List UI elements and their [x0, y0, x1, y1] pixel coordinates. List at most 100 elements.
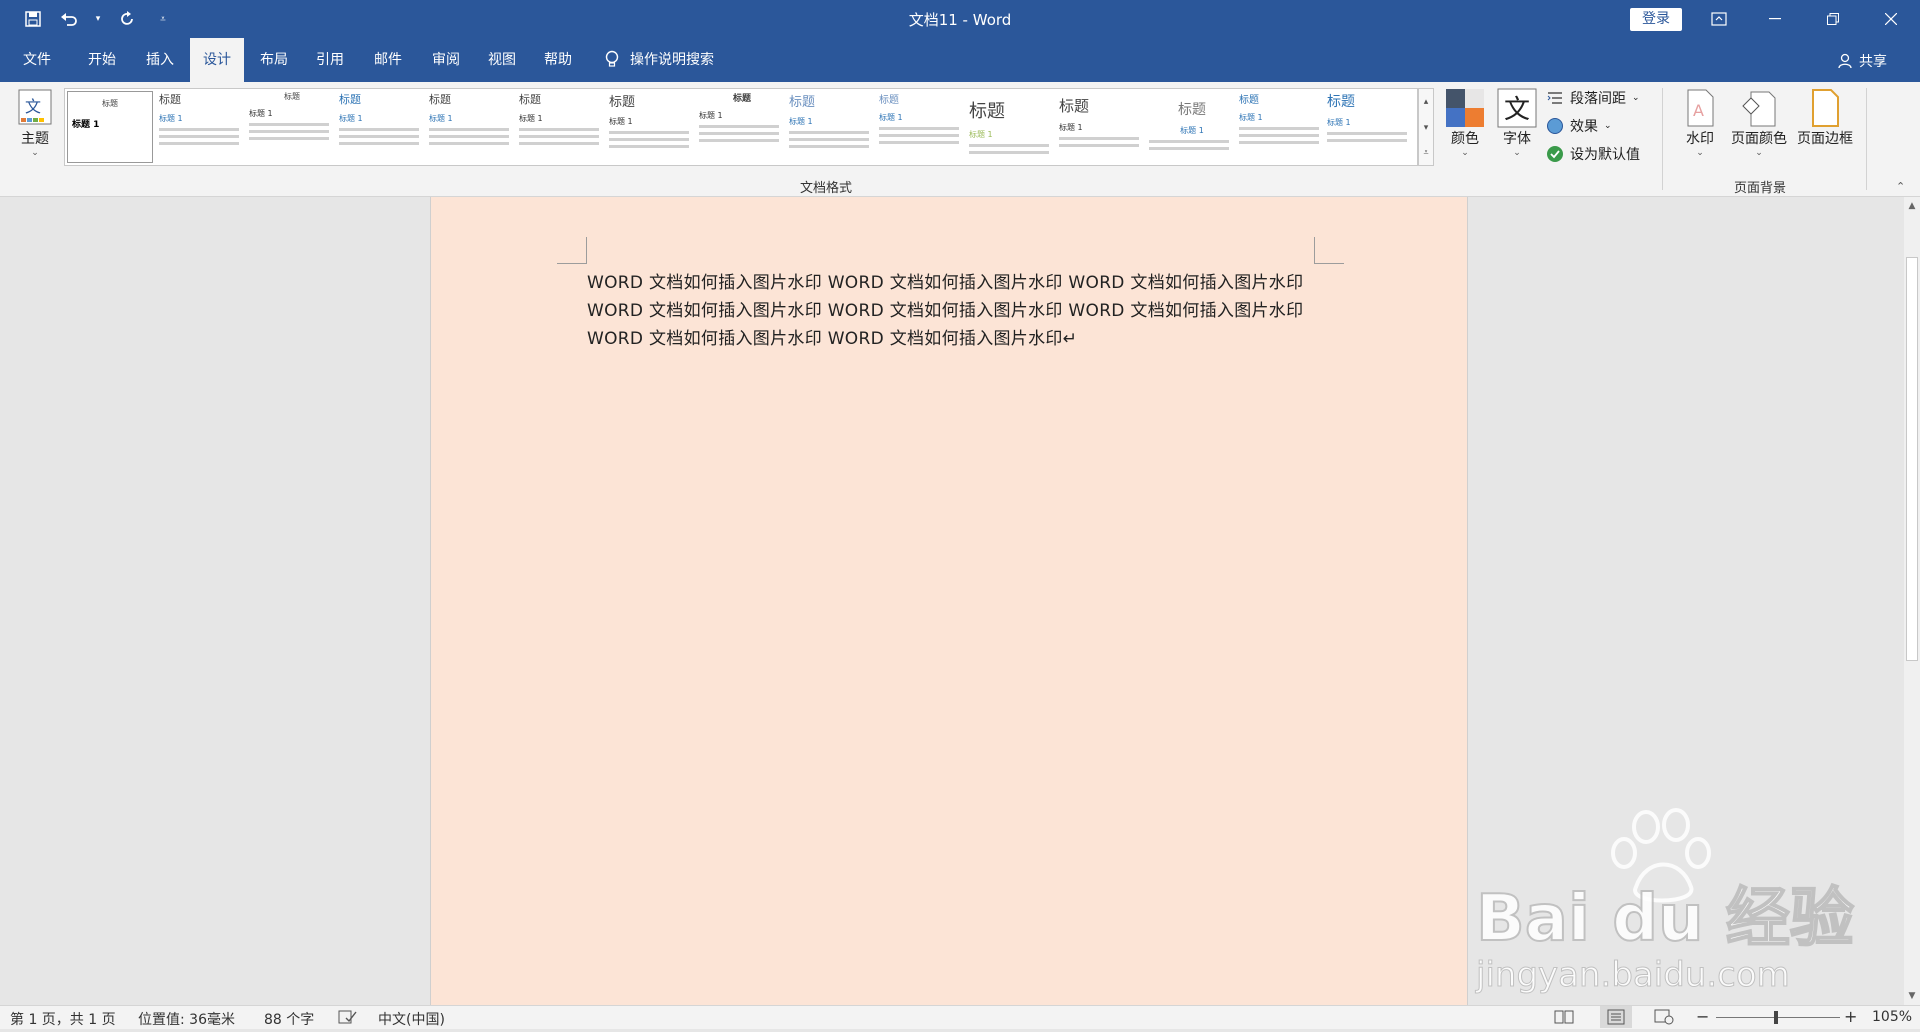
style-set-thumb[interactable]: 标题 标题 1: [1059, 91, 1145, 163]
paragraph-spacing-button[interactable]: 段落间距 ⌄: [1546, 88, 1640, 108]
tell-me-search[interactable]: 操作说明搜索: [630, 38, 740, 82]
gallery-more-icon[interactable]: ⩡: [1419, 141, 1433, 165]
zoom-in-button[interactable]: +: [1844, 1007, 1857, 1026]
group-divider: [1866, 88, 1867, 190]
style-set-thumb[interactable]: 标题 标题 1: [1327, 91, 1413, 163]
svg-text:A: A: [1693, 101, 1704, 120]
paragraph-spacing-icon: [1547, 92, 1562, 104]
chevron-down-icon: ⌄: [1513, 148, 1521, 158]
watermark-button[interactable]: A 水印 ⌄: [1680, 88, 1720, 158]
style-set-thumb[interactable]: 标题 标题 1: [879, 91, 965, 163]
style-set-thumb[interactable]: 标题 标题 1: [339, 91, 425, 163]
set-default-button[interactable]: 设为默认值: [1546, 144, 1640, 164]
zoom-slider-thumb[interactable]: [1774, 1011, 1778, 1024]
style-set-thumb[interactable]: 标题 标题 1: [699, 91, 785, 163]
svg-text:文: 文: [25, 97, 41, 116]
zoom-slider[interactable]: [1716, 1017, 1840, 1018]
crop-mark: [1314, 237, 1315, 263]
chevron-down-icon: ⌄: [31, 148, 39, 158]
share-button[interactable]: 共享: [1838, 51, 1887, 71]
page-color-button[interactable]: 页面颜色 ⌄: [1724, 88, 1794, 158]
fonts-button[interactable]: 文 字体 ⌄: [1494, 88, 1540, 158]
vertical-scrollbar[interactable]: ▲ ▼: [1904, 197, 1920, 1005]
minimize-icon[interactable]: [1752, 0, 1798, 38]
chevron-down-icon: ⌄: [1696, 148, 1704, 158]
zoom-out-button[interactable]: −: [1696, 1007, 1709, 1026]
page-border-button[interactable]: 页面边框: [1792, 88, 1858, 148]
tab-mailings[interactable]: 邮件: [362, 38, 414, 82]
close-icon[interactable]: [1868, 0, 1914, 38]
scroll-thumb[interactable]: [1906, 257, 1918, 661]
tab-design[interactable]: 设计: [190, 38, 244, 82]
login-button[interactable]: 登录: [1630, 8, 1682, 31]
tab-layout[interactable]: 布局: [248, 38, 300, 82]
proofing-icon[interactable]: [338, 1009, 358, 1029]
tab-references[interactable]: 引用: [304, 38, 356, 82]
vertical-position[interactable]: 位置值: 36毫米: [138, 1009, 235, 1029]
tab-insert[interactable]: 插入: [134, 38, 186, 82]
color-palette-icon: [1445, 88, 1485, 128]
colors-label: 颜色: [1451, 131, 1479, 147]
style-set-thumb[interactable]: 标题 标题 1: [249, 91, 335, 163]
themes-label: 主题: [21, 131, 49, 147]
chevron-down-icon: ⌄: [1604, 121, 1612, 131]
tab-view[interactable]: 视图: [476, 38, 528, 82]
checkmark-icon: [1547, 146, 1563, 162]
themes-button[interactable]: 文 主题 ⌄: [12, 88, 58, 158]
zoom-level[interactable]: 105%: [1872, 1009, 1912, 1025]
page-color-label: 页面颜色: [1731, 131, 1787, 147]
baidu-jingyan-watermark: Bai du 经验 jingyan.baidu.com: [1475, 807, 1855, 997]
chevron-down-icon: ⌄: [1632, 93, 1640, 103]
paragraph-spacing-label: 段落间距: [1570, 91, 1626, 107]
style-set-thumb[interactable]: 标题 标题 1: [969, 91, 1055, 163]
page-count[interactable]: 第 1 页，共 1 页: [10, 1009, 116, 1029]
crop-mark: [586, 237, 587, 263]
fonts-label: 字体: [1503, 131, 1531, 147]
title-bar: ▾ ⩡ 文档11 - Word 登录: [0, 0, 1920, 38]
ribbon-tab-bar: 文件 开始 插入 设计 布局 引用 邮件 审阅 视图 帮助 操作说明搜索 共享: [0, 38, 1920, 82]
set-default-label: 设为默认值: [1570, 147, 1640, 163]
fonts-icon: 文: [1497, 88, 1537, 128]
gallery-scroll[interactable]: ▴ ▾ ⩡: [1418, 88, 1434, 166]
lightbulb-icon: [604, 50, 620, 74]
style-set-thumb[interactable]: 标题 标题 1: [159, 91, 245, 163]
scroll-down-arrow-icon[interactable]: ▼: [1904, 987, 1920, 1005]
ribbon-display-options-icon[interactable]: [1696, 0, 1742, 38]
style-set-thumb[interactable]: 标题 标题 1: [789, 91, 875, 163]
style-set-thumb[interactable]: 标题 标题 1: [609, 91, 695, 163]
status-bar: 第 1 页，共 1 页 位置值: 36毫米 88 个字 中文(中国) − + 1…: [0, 1005, 1920, 1029]
scroll-up-icon[interactable]: ▴: [1419, 89, 1433, 115]
watermark-label: 水印: [1686, 131, 1714, 147]
tab-file[interactable]: 文件: [6, 38, 68, 82]
scroll-up-arrow-icon[interactable]: ▲: [1904, 197, 1920, 215]
person-icon: [1838, 53, 1852, 69]
tab-help[interactable]: 帮助: [532, 38, 584, 82]
effects-label: 效果: [1570, 119, 1598, 135]
document-body-text[interactable]: WORD 文档如何插入图片水印 WORD 文档如何插入图片水印 WORD 文档如…: [587, 269, 1311, 353]
chevron-down-icon: ⌄: [1461, 148, 1469, 158]
tab-home[interactable]: 开始: [76, 38, 128, 82]
document-page[interactable]: WORD 文档如何插入图片水印 WORD 文档如何插入图片水印 WORD 文档如…: [430, 197, 1468, 1005]
scroll-down-icon[interactable]: ▾: [1419, 115, 1433, 141]
read-mode-icon[interactable]: [1554, 1009, 1574, 1029]
style-set-thumb[interactable]: 标题 标题 1: [519, 91, 605, 163]
colors-button[interactable]: 颜色 ⌄: [1442, 88, 1488, 158]
style-set-thumb[interactable]: 标题 标题 1: [1149, 91, 1235, 163]
themes-icon: 文: [15, 88, 55, 128]
group-label-page-background: 页面背景: [1734, 181, 1787, 196]
style-set-gallery[interactable]: 标题 标题 1 标题 标题 1 标题 标题 1 标题 标题 1 标题 标题 1 标题 标题…: [64, 88, 1418, 166]
print-layout-icon[interactable]: [1600, 1006, 1632, 1028]
style-set-thumb[interactable]: 标题 标题 1: [429, 91, 515, 163]
style-set-thumb[interactable]: 标题 标题 1: [67, 91, 153, 163]
crop-mark: [1314, 263, 1344, 264]
collapse-ribbon-icon[interactable]: ⌃: [1896, 180, 1905, 193]
language[interactable]: 中文(中国): [378, 1009, 445, 1029]
tab-review[interactable]: 审阅: [420, 38, 472, 82]
effects-icon: [1547, 118, 1563, 134]
restore-icon[interactable]: [1810, 0, 1856, 38]
page-border-icon: [1805, 88, 1845, 128]
web-layout-icon[interactable]: [1654, 1009, 1674, 1029]
style-set-thumb[interactable]: 标题 标题 1: [1239, 91, 1325, 163]
word-count[interactable]: 88 个字: [264, 1009, 314, 1029]
effects-button[interactable]: 效果 ⌄: [1546, 116, 1612, 136]
